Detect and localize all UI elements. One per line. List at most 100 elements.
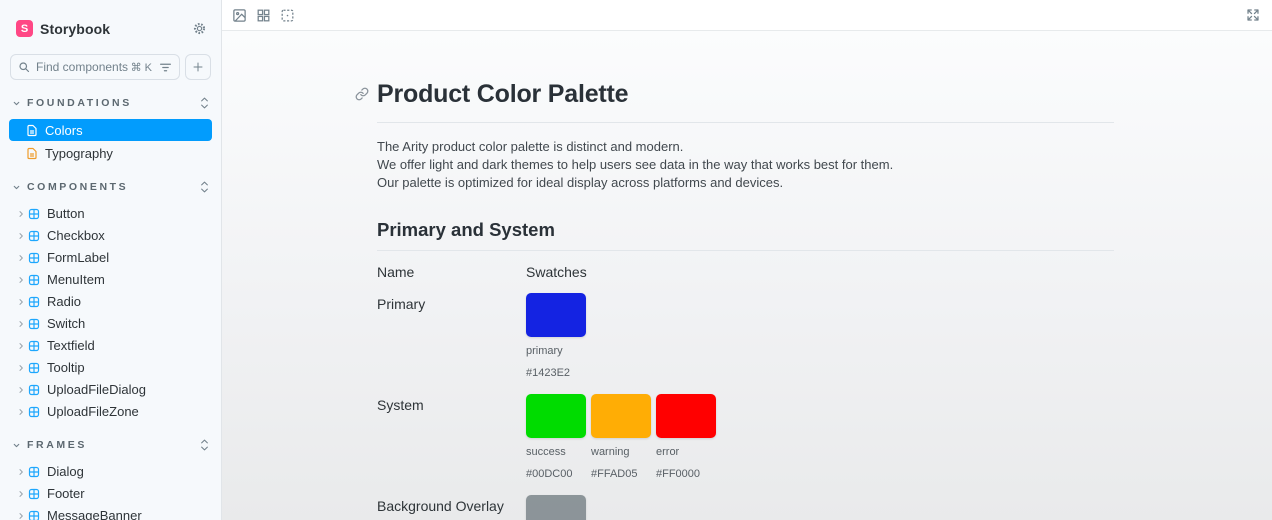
- chevron-right-icon: [14, 342, 28, 350]
- item-label: Dialog: [47, 464, 84, 479]
- item-label: Switch: [47, 316, 86, 331]
- section-title: Primary and System: [377, 219, 555, 240]
- swatch-row-name: Primary: [377, 296, 426, 312]
- swatch-label: primary: [526, 345, 563, 357]
- swatch-list: primary #1423E2: [526, 293, 586, 381]
- item-label: Checkbox: [47, 228, 105, 243]
- item-label: Typography: [45, 145, 113, 161]
- swatch-label: success: [526, 446, 566, 458]
- sidebar-item-checkbox[interactable]: Checkbox: [9, 225, 212, 246]
- swatch-color: [591, 394, 651, 438]
- anchor-link-icon[interactable]: [355, 87, 369, 101]
- column-header-name: Name: [377, 264, 415, 280]
- docs-canvas: Product Color Palette The Arity product …: [222, 31, 1272, 520]
- sidebar-item-menuitem[interactable]: MenuItem: [9, 269, 212, 290]
- filter-icon[interactable]: [159, 62, 172, 73]
- chevron-right-icon: [14, 364, 28, 372]
- sidebar-item-colors[interactable]: Colors: [9, 119, 212, 141]
- component-icon: [28, 340, 40, 352]
- component-icon: [28, 318, 40, 330]
- page-title: Product Color Palette: [377, 80, 629, 108]
- component-icon: [28, 252, 40, 264]
- section-header-frames[interactable]: FRAMES: [0, 437, 221, 453]
- chevron-right-icon: [14, 232, 28, 240]
- swatch-hex: #00DC00: [526, 468, 573, 480]
- chevron-right-icon: [14, 320, 28, 328]
- item-label: Colors: [45, 122, 83, 138]
- item-label: Footer: [47, 486, 85, 501]
- collapse-all-icon[interactable]: [200, 181, 209, 193]
- chevron-down-icon: [12, 99, 21, 108]
- sidebar-item-textfield[interactable]: Textfield: [9, 335, 212, 356]
- item-label: FormLabel: [47, 250, 110, 265]
- item-label: MenuItem: [47, 272, 105, 287]
- sidebar-item-messagebanner[interactable]: MessageBanner: [9, 505, 212, 520]
- component-icon: [28, 274, 40, 286]
- settings-gear-icon[interactable]: [192, 21, 207, 36]
- sidebar-item-formlabel[interactable]: FormLabel: [9, 247, 212, 268]
- swatch-hex: #FF0000: [656, 468, 701, 480]
- swatch-row-name: Background Overlay: [377, 498, 504, 514]
- search-icon: [18, 61, 30, 73]
- outline-icon[interactable]: [280, 8, 295, 23]
- sidebar-item-tooltip[interactable]: Tooltip: [9, 357, 212, 378]
- sidebar-item-uploadfilezone[interactable]: UploadFileZone: [9, 401, 212, 422]
- search-shortcut: ⌘ K: [130, 61, 152, 74]
- section-items: Dialog Footer MessageBanner: [0, 461, 221, 520]
- sidebar-sections: FOUNDATIONS Colors Typography COMPONENTS: [0, 95, 221, 520]
- sidebar-section: COMPONENTS Button Checkbox FormLabel Men…: [0, 179, 221, 422]
- fullscreen-icon[interactable]: [1246, 8, 1260, 22]
- component-icon: [28, 406, 40, 418]
- swatch-label: warning: [591, 446, 630, 458]
- column-header-swatches: Swatches: [526, 264, 587, 280]
- item-label: UploadFileZone: [47, 404, 139, 419]
- component-icon: [28, 510, 40, 520]
- chevron-right-icon: [14, 490, 28, 498]
- section-header-foundations[interactable]: FOUNDATIONS: [0, 95, 221, 111]
- table-row: Background Overlay bg_overlay #00141D66: [377, 495, 1114, 520]
- table-header: Name Swatches: [377, 264, 1114, 280]
- sidebar-item-typography[interactable]: Typography: [9, 142, 212, 164]
- item-label: Textfield: [47, 338, 95, 353]
- swatch-color: [526, 394, 586, 438]
- search-row: Find components ⌘ K: [10, 54, 211, 80]
- section-label: COMPONENTS: [27, 181, 129, 193]
- sidebar-item-radio[interactable]: Radio: [9, 291, 212, 312]
- item-label: UploadFileDialog: [47, 382, 146, 397]
- brand-title: Storybook: [40, 20, 111, 37]
- sidebar-item-button[interactable]: Button: [9, 203, 212, 224]
- chevron-down-icon: [12, 183, 21, 192]
- swatch-list: bg_overlay #00141D66: [526, 495, 586, 520]
- create-new-story-button[interactable]: [185, 54, 211, 80]
- section-items: Colors Typography: [0, 119, 221, 164]
- divider: [377, 122, 1114, 123]
- sidebar-item-dialog[interactable]: Dialog: [9, 461, 212, 482]
- docs-page: Product Color Palette The Arity product …: [355, 80, 1114, 520]
- swatch-color: [526, 293, 586, 337]
- divider: [377, 250, 1114, 251]
- paragraph: We offer light and dark themes to help u…: [377, 157, 894, 172]
- sidebar-item-footer[interactable]: Footer: [9, 483, 212, 504]
- component-icon: [28, 384, 40, 396]
- swatch-list: success #00DC00 warning #FFAD05 error #F…: [526, 394, 716, 482]
- color-palette-table: Name Swatches Primary primary #1423E2 Sy…: [377, 264, 1114, 520]
- intro-paragraphs: The Arity product color palette is disti…: [377, 138, 1114, 192]
- grid-icon[interactable]: [256, 8, 271, 23]
- section-label: FRAMES: [27, 439, 87, 451]
- storybook-app: S Storybook Find components ⌘ K FOUNDATI…: [0, 0, 1272, 520]
- collapse-all-icon[interactable]: [200, 97, 209, 109]
- item-label: Tooltip: [47, 360, 85, 375]
- component-icon: [28, 466, 40, 478]
- component-icon: [28, 488, 40, 500]
- photo-icon[interactable]: [232, 8, 247, 23]
- search-input[interactable]: Find components ⌘ K: [10, 54, 180, 80]
- component-icon: [28, 362, 40, 374]
- table-row: System success #00DC00 warning #FFAD05 e…: [377, 394, 1114, 482]
- collapse-all-icon[interactable]: [200, 439, 209, 451]
- section-header-components[interactable]: COMPONENTS: [0, 179, 221, 195]
- swatch-label: error: [656, 446, 680, 458]
- main-panel: Product Color Palette The Arity product …: [222, 0, 1272, 520]
- chevron-right-icon: [14, 298, 28, 306]
- sidebar-item-uploadfiledialog[interactable]: UploadFileDialog: [9, 379, 212, 400]
- sidebar-item-switch[interactable]: Switch: [9, 313, 212, 334]
